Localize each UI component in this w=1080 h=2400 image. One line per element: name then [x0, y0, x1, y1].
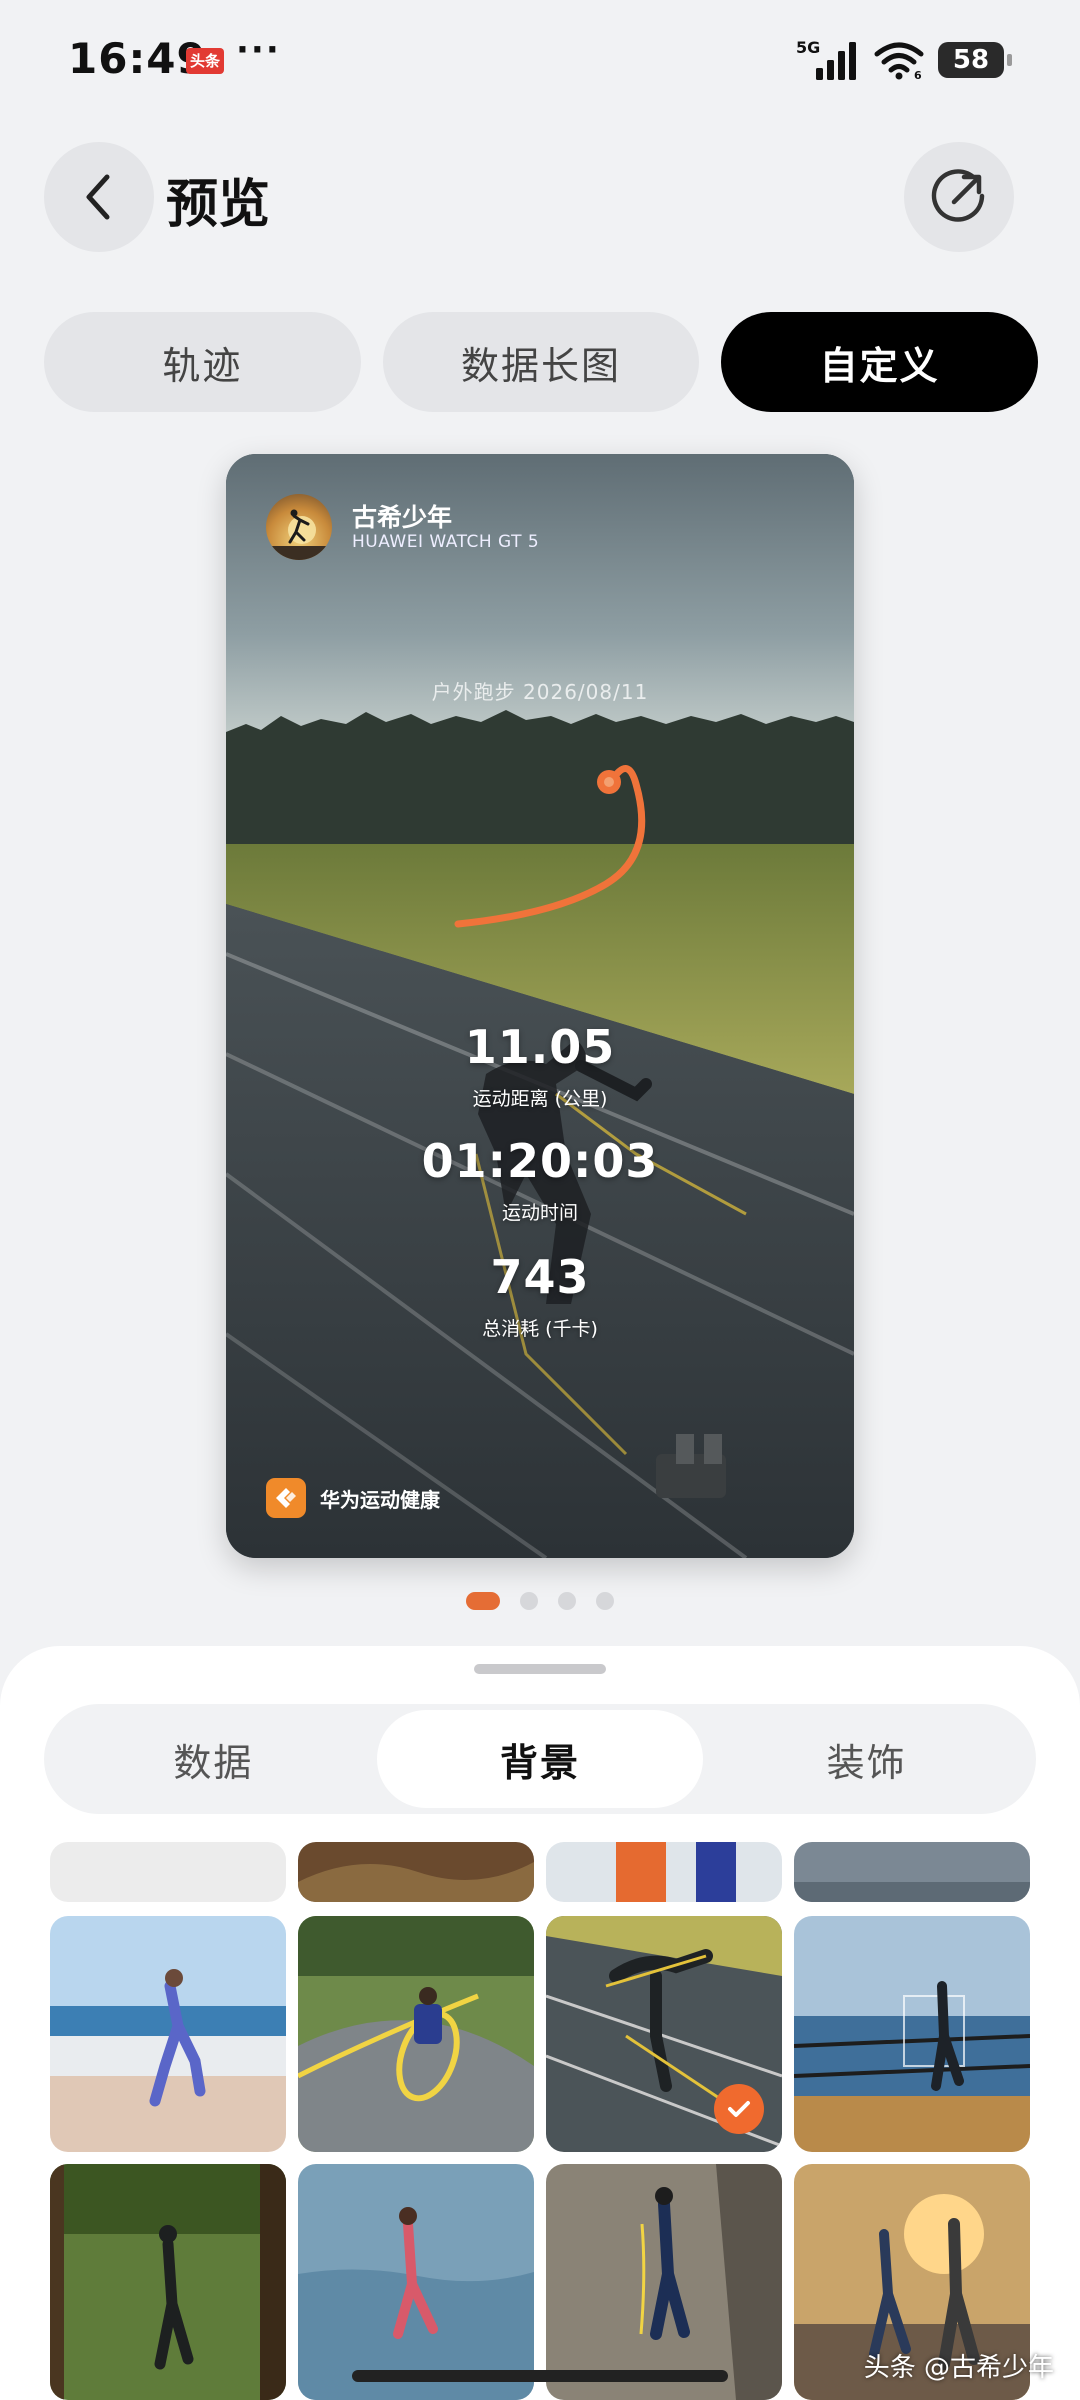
wifi-icon: 6: [874, 42, 924, 80]
customize-sheet: 数据 背景 装饰: [0, 1646, 1080, 2400]
svg-text:6: 6: [914, 69, 922, 80]
device-name: HUAWEI WATCH GT 5: [352, 532, 540, 552]
background-grid: [50, 1842, 1032, 2400]
page-dot-active[interactable]: [466, 1592, 500, 1610]
status-indicators: 5G 6 58: [796, 36, 1012, 84]
background-thumbnail-boardwalk[interactable]: [794, 1916, 1030, 2152]
calories-label: 总消耗 (千卡): [482, 1318, 598, 1340]
page-title: 预览: [166, 175, 271, 235]
status-bar: 16:49 头条 ··· 5G 6 58: [0, 0, 1080, 120]
tab-track[interactable]: 轨迹: [44, 312, 361, 412]
more-notifications-icon: ···: [236, 30, 281, 70]
tab-data[interactable]: 数据: [50, 1710, 377, 1808]
page-indicator: [0, 1592, 1080, 1610]
back-button[interactable]: [44, 142, 154, 252]
page-dot[interactable]: [558, 1592, 576, 1610]
brand: 华为运动健康: [266, 1478, 440, 1518]
watermark: 头条 @古希少年: [863, 2353, 1054, 2383]
home-indicator[interactable]: [352, 2370, 728, 2382]
duration-label: 运动时间: [501, 1202, 578, 1224]
battery-icon: 58: [938, 42, 1012, 78]
tab-custom[interactable]: 自定义: [721, 312, 1039, 412]
card-background-image: [226, 454, 854, 1558]
background-thumbnail-park-path[interactable]: [298, 1916, 534, 2152]
sheet-drag-handle[interactable]: [474, 1664, 606, 1674]
share-icon: [931, 169, 985, 222]
activity-type-date: 户外跑步 2026/08/11: [431, 680, 649, 704]
page-dot[interactable]: [520, 1592, 538, 1610]
background-thumbnail-beach[interactable]: [298, 2164, 534, 2400]
tab-decoration[interactable]: 装饰: [703, 1710, 1030, 1808]
background-thumbnail-track-sprinter-selected[interactable]: [546, 1916, 782, 2152]
mode-tabs: 轨迹 数据长图 自定义: [44, 312, 1039, 412]
avatar: [266, 494, 332, 560]
user-name: 古希少年: [352, 503, 453, 532]
distance-label: 运动距离 (公里): [472, 1088, 608, 1110]
brand-name: 华为运动健康: [320, 1487, 440, 1512]
page-dot[interactable]: [596, 1592, 614, 1610]
selected-check-icon: [714, 2084, 764, 2134]
svg-text:5G: 5G: [796, 38, 820, 57]
distance-value: 11.05: [464, 1020, 616, 1074]
background-thumbnail[interactable]: [50, 1842, 286, 1902]
background-thumbnail-forest[interactable]: [50, 2164, 286, 2400]
huawei-health-logo-icon: [266, 1478, 306, 1518]
duration-value: 01:20:03: [421, 1134, 659, 1188]
chevron-left-icon: [86, 174, 110, 220]
background-thumbnail-seaside-runner[interactable]: [50, 1916, 286, 2152]
tab-background[interactable]: 背景: [376, 1710, 704, 1808]
background-thumbnail[interactable]: [794, 1842, 1030, 1902]
background-thumbnail-road[interactable]: [546, 2164, 782, 2400]
signal-5g-icon: 5G: [796, 38, 856, 80]
toutiao-badge-icon: 头条: [186, 48, 224, 74]
customize-tabs: 数据 背景 装饰: [44, 1704, 1036, 1814]
calories-value: 743: [490, 1250, 590, 1304]
workout-share-card: 古希少年 HUAWEI WATCH GT 5 户外跑步 2026/08/11 1…: [226, 454, 854, 1558]
share-button[interactable]: [904, 142, 1014, 252]
background-thumbnail[interactable]: [546, 1842, 782, 1902]
runner-avatar-icon: [266, 509, 332, 560]
tab-data-long-image[interactable]: 数据长图: [382, 312, 700, 412]
background-thumbnail[interactable]: [298, 1842, 534, 1902]
